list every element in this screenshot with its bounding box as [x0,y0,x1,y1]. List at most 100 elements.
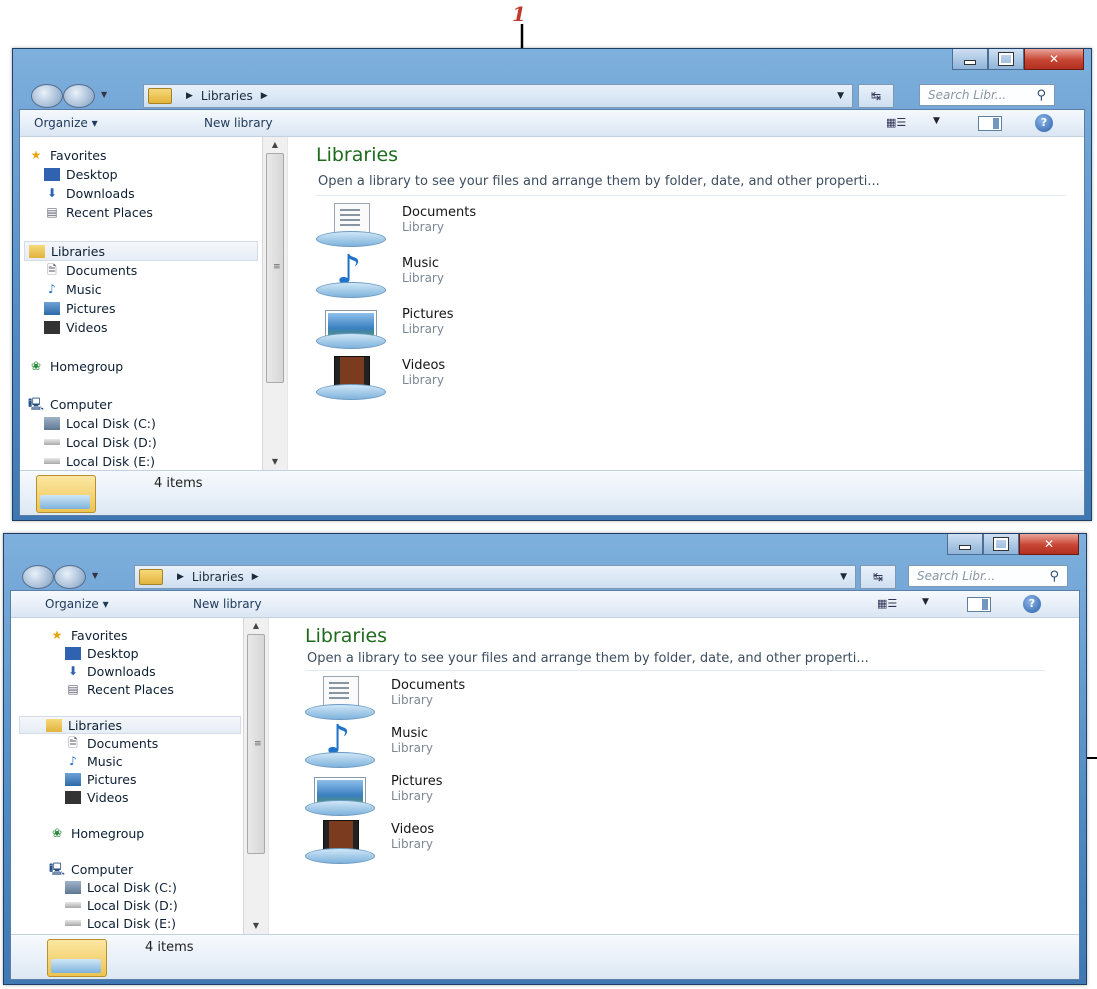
library-music[interactable]: ♪ Music Library [305,718,433,768]
address-bar[interactable]: ▶ Libraries ▶ ▼ [143,84,853,108]
search-icon[interactable]: ⚲ [1049,569,1059,584]
preview-pane-icon[interactable] [978,116,1002,131]
nav-local-disk-c[interactable]: Local Disk (C:) [65,878,177,896]
search-input[interactable]: Search Libr... ⚲ [919,84,1055,106]
title-bar[interactable]: ✕ [13,49,1091,81]
system-drive-icon [44,416,60,430]
recent-pages-dropdown-icon[interactable]: ▼ [92,571,98,580]
nav-desktop[interactable]: Desktop [65,644,139,662]
address-bar[interactable]: ▶ Libraries ▶ ▼ [134,565,856,589]
library-pictures[interactable]: Pictures Library [305,772,442,816]
documents-icon: 🗎 [68,735,78,750]
address-dropdown-icon[interactable]: ▼ [840,572,847,582]
breadcrumb-libraries[interactable]: Libraries [201,89,253,103]
minimize-button[interactable] [952,49,988,70]
nav-homegroup[interactable]: ❀ Homegroup [49,824,144,842]
refresh-button[interactable]: ↹ [858,84,894,108]
new-library-button[interactable]: New library [204,116,273,130]
nav-libraries[interactable]: Libraries [19,716,241,734]
nav-documents[interactable]: 🗎 Documents [65,734,158,752]
nav-computer[interactable]: 🖳 Computer [28,395,112,413]
scroll-down-icon[interactable]: ▼ [244,918,268,934]
nav-videos[interactable]: Videos [44,318,108,336]
drive-icon [65,920,81,926]
maximize-button[interactable] [983,534,1019,555]
navigation-pane: ★ Favorites Desktop ⬇ Downloads ▤ Recent… [11,618,243,934]
nav-local-disk-e[interactable]: Local Disk (E:) [65,914,176,932]
close-button[interactable]: ✕ [1024,49,1084,70]
nav-libraries[interactable]: Libraries [24,241,258,261]
explorer-window-before: ✕ ▼ ▶ Libraries ▶ ▼ ↹ Search Libr... ⚲ O… [12,48,1092,521]
breadcrumb-arrow-icon[interactable]: ▶ [252,572,259,582]
scroll-down-icon[interactable]: ▼ [263,454,287,470]
view-options-dropdown-icon[interactable]: ▼ [922,597,929,607]
breadcrumb-arrow-icon[interactable]: ▶ [177,572,184,582]
library-music[interactable]: ♪ Music Library [316,248,444,298]
forward-button[interactable] [63,84,95,108]
library-videos[interactable]: Videos Library [316,356,445,400]
nav-local-disk-e[interactable]: Local Disk (E:) [44,452,155,470]
videos-icon [65,790,81,804]
close-button[interactable]: ✕ [1019,534,1079,555]
refresh-button[interactable]: ↹ [860,565,896,589]
breadcrumb-libraries[interactable]: Libraries [192,570,244,584]
nav-desktop[interactable]: Desktop [44,165,118,183]
scroll-thumb[interactable]: ≡ [247,634,265,854]
nav-local-disk-c[interactable]: Local Disk (C:) [44,414,156,432]
nav-homegroup[interactable]: ❀ Homegroup [28,357,123,375]
nav-recent-places[interactable]: ▤ Recent Places [44,203,153,221]
content-pane: Libraries Open a library to see your fil… [268,618,1079,934]
library-documents[interactable]: Documents Library [316,203,476,247]
star-icon: ★ [30,147,42,162]
forward-button[interactable] [54,565,86,589]
videos-library-icon [305,820,377,864]
library-videos[interactable]: Videos Library [305,820,434,864]
page-title: Libraries [316,144,399,166]
breadcrumb-arrow-icon[interactable]: ▶ [261,91,268,101]
back-button[interactable] [31,84,63,108]
scroll-thumb[interactable]: ≡ [266,153,284,383]
nav-scrollbar[interactable]: ▲ ≡ ▼ [243,618,268,934]
scroll-up-icon[interactable]: ▲ [244,618,268,634]
nav-local-disk-d[interactable]: Local Disk (D:) [65,896,178,914]
documents-icon: 🗎 [47,262,57,277]
recent-places-icon: ▤ [67,681,79,696]
help-icon[interactable]: ? [1023,595,1041,613]
library-pictures[interactable]: Pictures Library [316,305,453,349]
search-input[interactable]: Search Libr... ⚲ [908,565,1068,587]
address-dropdown-icon[interactable]: ▼ [837,91,844,101]
maximize-button[interactable] [988,49,1024,70]
videos-icon [44,320,60,334]
nav-music[interactable]: ♪ Music [65,752,122,770]
preview-pane-icon[interactable] [967,597,991,612]
recent-pages-dropdown-icon[interactable]: ▼ [101,90,107,99]
nav-recent-places[interactable]: ▤ Recent Places [65,680,174,698]
nav-local-disk-d[interactable]: Local Disk (D:) [44,433,157,451]
organize-menu[interactable]: Organize ▾ [34,116,98,130]
nav-downloads[interactable]: ⬇ Downloads [44,184,135,202]
new-library-button[interactable]: New library [193,597,262,611]
organize-menu[interactable]: Organize ▾ [45,597,109,611]
nav-downloads[interactable]: ⬇ Downloads [65,662,156,680]
nav-music[interactable]: ♪ Music [44,280,101,298]
nav-favorites[interactable]: ★ Favorites [28,146,107,164]
change-view-icon[interactable]: ▦☰ [877,597,903,611]
back-button[interactable] [22,565,54,589]
change-view-icon[interactable]: ▦☰ [886,116,912,130]
scroll-up-icon[interactable]: ▲ [263,137,287,153]
nav-documents[interactable]: 🗎 Documents [44,261,137,279]
library-documents[interactable]: Documents Library [305,676,465,720]
help-icon[interactable]: ? [1035,114,1053,132]
nav-pictures[interactable]: Pictures [44,299,116,317]
nav-scrollbar[interactable]: ▲ ≡ ▼ [262,137,287,470]
nav-computer[interactable]: 🖳 Computer [49,860,133,878]
nav-pictures[interactable]: Pictures [65,770,137,788]
libraries-icon [46,718,62,732]
pictures-icon [65,772,81,786]
breadcrumb-arrow-icon[interactable]: ▶ [186,91,193,101]
view-options-dropdown-icon[interactable]: ▼ [933,116,940,126]
minimize-button[interactable] [947,534,983,555]
nav-videos[interactable]: Videos [65,788,129,806]
nav-favorites[interactable]: ★ Favorites [49,626,128,644]
search-icon[interactable]: ⚲ [1036,88,1046,103]
